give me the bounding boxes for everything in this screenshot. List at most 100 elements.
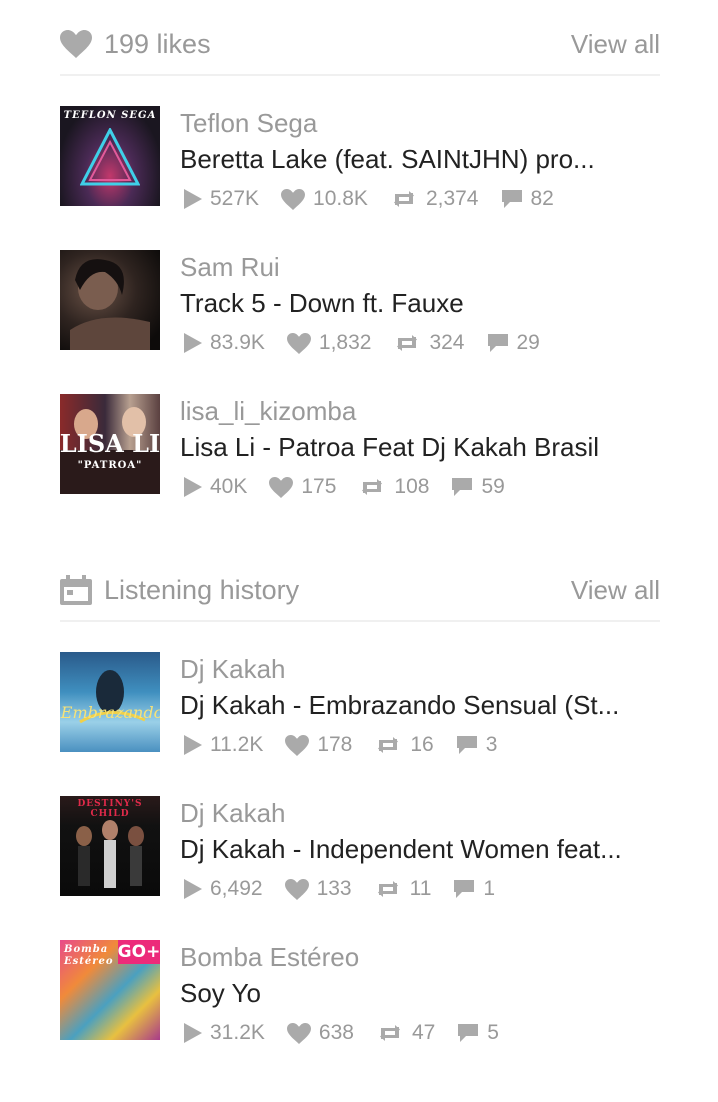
plays-count: 6,492 <box>210 877 263 900</box>
track-artist[interactable]: Bomba Estéreo <box>180 942 359 973</box>
calendar-icon <box>60 575 92 605</box>
play-icon <box>184 735 202 755</box>
history-label: Listening history <box>104 574 300 605</box>
comments-count: 29 <box>516 331 540 354</box>
plays-count: 11.2K <box>210 733 264 756</box>
plays-stat[interactable]: 40K <box>184 475 247 499</box>
reposts-count: 108 <box>394 475 430 498</box>
history-view-all-link[interactable]: View all <box>571 560 660 620</box>
comments-count: 3 <box>485 733 498 756</box>
comments-stat[interactable]: 1 <box>453 877 495 901</box>
track-artist[interactable]: Sam Rui <box>180 252 280 283</box>
track-title[interactable]: Lisa Li - Patroa Feat Dj Kakah Brasil <box>180 432 660 463</box>
artwork-text: Bomba Estéreo <box>64 944 114 967</box>
likes-stat[interactable]: 1,832 <box>286 331 371 355</box>
comment-icon <box>454 880 475 898</box>
reposts-stat[interactable]: 11 <box>374 877 432 901</box>
track-artist[interactable]: Dj Kakah <box>180 798 286 829</box>
plays-stat[interactable]: 11.2K <box>184 733 263 757</box>
comments-stat[interactable]: 29 <box>487 331 540 355</box>
track-artist[interactable]: Dj Kakah <box>180 654 286 685</box>
likes-view-all-link[interactable]: View all <box>571 14 660 74</box>
plays-count: 31.2K <box>210 1021 265 1044</box>
track-stats: 83.9K 1,832 324 29 <box>184 328 562 358</box>
track-title[interactable]: Beretta Lake (feat. SAINtJHN) pro... <box>180 144 660 175</box>
track-stats: 11.2K 178 16 3 <box>184 730 519 760</box>
plays-stat[interactable]: 31.2K <box>184 1021 265 1045</box>
comment-icon <box>458 1024 479 1042</box>
artwork-figure <box>76 820 144 888</box>
likes-title[interactable]: 199 likes <box>60 14 211 74</box>
artwork-figure: Embrazando <box>60 670 160 724</box>
reposts-count: 324 <box>429 331 465 354</box>
track-item[interactable]: Embrazando Dj Kakah Dj Kakah - Embrazand… <box>60 652 660 762</box>
likes-count: 133 <box>316 877 352 900</box>
artwork-text: "PATROA" <box>77 460 143 471</box>
plays-stat[interactable]: 6,492 <box>184 877 263 901</box>
plays-stat[interactable]: 527K <box>184 187 259 211</box>
repost-icon <box>378 737 399 753</box>
track-item[interactable]: DESTINY'S CHILD Dj Kakah Dj Kakah - Inde… <box>60 796 660 906</box>
track-title[interactable]: Dj Kakah - Embrazando Sensual (St... <box>180 690 660 721</box>
comments-stat[interactable]: 82 <box>501 187 554 211</box>
likes-stat[interactable]: 133 <box>284 877 352 901</box>
likes-count: 178 <box>317 733 353 756</box>
repost-icon <box>379 1025 400 1041</box>
reposts-stat[interactable]: 108 <box>358 475 429 499</box>
reposts-count: 11 <box>409 877 432 900</box>
track-item[interactable]: LISA LI "PATROA" lisa_li_kizomba Lisa Li… <box>60 394 660 504</box>
track-stats: 40K 175 108 59 <box>184 472 527 502</box>
comment-icon <box>456 736 477 754</box>
likes-count: 199 likes <box>104 28 211 59</box>
comments-stat[interactable]: 59 <box>451 475 505 499</box>
track-stats: 31.2K 638 47 5 <box>184 1018 521 1048</box>
heart-icon <box>269 476 294 498</box>
track-artwork[interactable]: TEFLON SEGA <box>60 106 160 206</box>
track-artwork[interactable]: LISA LI "PATROA" <box>60 394 160 494</box>
likes-stat[interactable]: 175 <box>269 475 336 499</box>
heart-icon <box>286 332 311 354</box>
likes-header: 199 likes View all <box>60 14 660 76</box>
repost-icon <box>362 479 383 495</box>
plays-count: 40K <box>210 475 248 498</box>
history-title[interactable]: Listening history <box>60 560 299 620</box>
track-artist[interactable]: Teflon Sega <box>180 108 317 139</box>
comments-stat[interactable]: 3 <box>456 733 498 757</box>
track-item[interactable]: Bomba Estéreo GO+ Bomba Estéreo Soy Yo 3… <box>60 940 660 1050</box>
play-icon <box>184 879 202 899</box>
artwork-figure <box>70 259 150 350</box>
play-icon <box>184 189 202 209</box>
comments-count: 5 <box>487 1021 499 1044</box>
plays-stat[interactable]: 83.9K <box>184 331 265 355</box>
comment-icon <box>487 334 508 352</box>
track-title[interactable]: Dj Kakah - Independent Women feat... <box>180 834 660 865</box>
heart-icon <box>285 734 310 756</box>
play-icon <box>184 333 202 353</box>
likes-stat[interactable]: 638 <box>286 1021 354 1045</box>
repost-icon <box>397 335 418 351</box>
track-artwork[interactable] <box>60 250 160 350</box>
track-artwork[interactable]: Bomba Estéreo GO+ <box>60 940 160 1040</box>
track-stats: 6,492 133 11 1 <box>184 874 517 904</box>
likes-stat[interactable]: 10.8K <box>281 187 368 211</box>
history-header: Listening history View all <box>60 560 660 622</box>
track-artwork[interactable]: Embrazando <box>60 652 160 752</box>
plays-count: 527K <box>210 187 260 210</box>
track-item[interactable]: Sam Rui Track 5 - Down ft. Fauxe 83.9K 1… <box>60 250 660 360</box>
likes-count: 10.8K <box>313 187 368 210</box>
reposts-stat[interactable]: 2,374 <box>390 187 479 211</box>
comments-stat[interactable]: 5 <box>457 1021 499 1045</box>
track-title[interactable]: Track 5 - Down ft. Fauxe <box>180 288 660 319</box>
track-item[interactable]: TEFLON SEGA Teflon Sega Beretta Lake (fe… <box>60 106 660 216</box>
reposts-stat[interactable]: 16 <box>374 733 434 757</box>
likes-stat[interactable]: 178 <box>285 733 352 757</box>
track-artwork[interactable]: DESTINY'S CHILD <box>60 796 160 896</box>
comments-count: 82 <box>530 187 554 210</box>
artwork-text: TEFLON SEGA <box>63 110 157 121</box>
reposts-stat[interactable]: 47 <box>376 1021 435 1045</box>
track-artist[interactable]: lisa_li_kizomba <box>180 396 356 427</box>
comment-icon <box>452 478 473 496</box>
track-title[interactable]: Soy Yo <box>180 978 660 1009</box>
reposts-stat[interactable]: 324 <box>393 331 465 355</box>
play-icon <box>184 477 202 497</box>
